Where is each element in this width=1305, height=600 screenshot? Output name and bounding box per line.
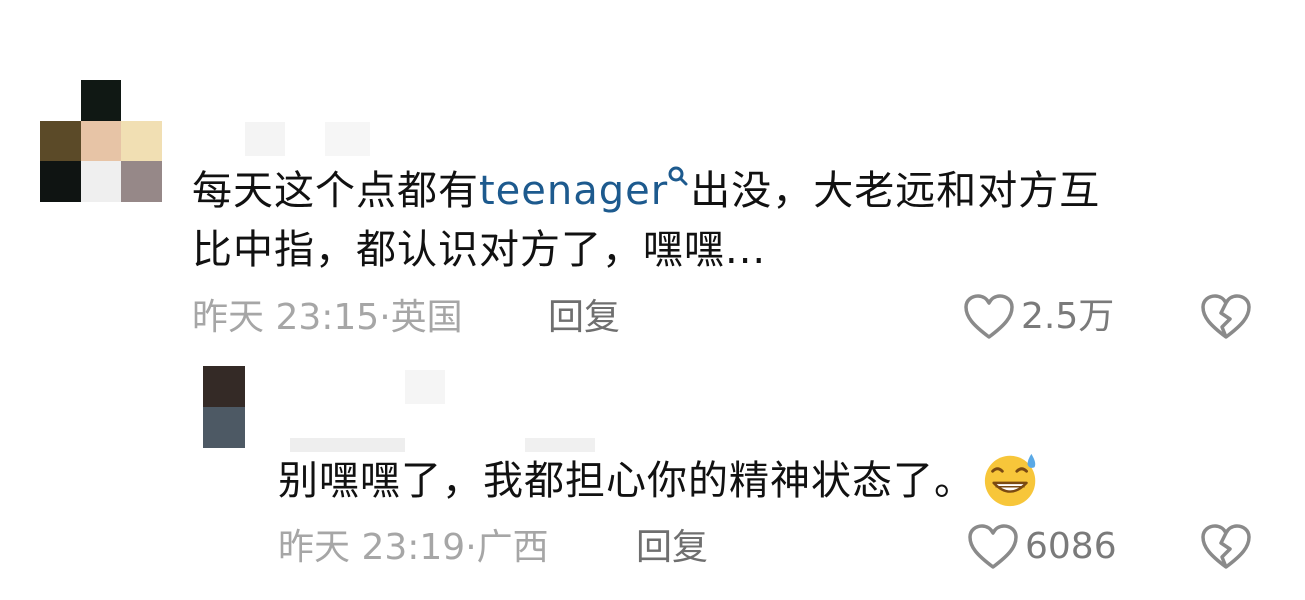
username-censored (290, 438, 595, 452)
meta-separator: · (465, 527, 477, 568)
comment-thread: 每天这个点都有teenager 出没，大老远和对方互 比中指，都认识对方了，嘿嘿.… (0, 0, 1305, 600)
broken-heart-icon (1201, 524, 1251, 569)
comment-meta: 昨天 23:15·英国 (192, 298, 463, 338)
reply-button[interactable]: 回复 (548, 298, 620, 338)
like-count: 2.5万 (1021, 296, 1115, 337)
grinning-sweat-emoji-icon (984, 453, 1036, 507)
heart-icon (964, 294, 1014, 339)
meta-separator: · (379, 297, 391, 338)
avatar-pixel (203, 366, 245, 407)
comment-text-part: 出没，大老远和对方互 (690, 168, 1101, 214)
keyword-text: teenager (479, 168, 669, 214)
like-count: 6086 (1025, 526, 1117, 567)
comment-text-part: 别嘿嘿了，我都担心你的精神状态了。 (278, 458, 975, 504)
avatar-pixel (80, 161, 122, 202)
search-icon (668, 166, 688, 186)
avatar-pixel (40, 161, 81, 202)
avatar-pixel (80, 120, 122, 162)
like-button[interactable]: 6086 (967, 523, 1117, 571)
avatar-pixel (121, 80, 162, 121)
avatar-pixel (40, 80, 81, 121)
comment-location: 英国 (390, 297, 463, 338)
comment-time: 昨天 23:15 (192, 297, 380, 338)
comment-time: 昨天 23:19 (278, 527, 466, 568)
comment-text-line: 比中指，都认识对方了，嘿嘿... (192, 227, 767, 273)
comment-text-part: 每天这个点都有 (192, 168, 479, 214)
comment-meta: 昨天 23:19·广西 (278, 528, 549, 568)
avatar[interactable] (40, 80, 162, 202)
avatar-pixel (80, 80, 122, 121)
comment-text: 每天这个点都有teenager 出没，大老远和对方互 比中指，都认识对方了，嘿嘿.… (192, 162, 1252, 280)
avatar-pixel (40, 120, 81, 162)
username-censored[interactable] (405, 370, 445, 404)
avatar-pixel (203, 407, 245, 448)
comment-text: 别嘿嘿了，我都担心你的精神状态了。 (278, 452, 1238, 511)
avatar-pixel (121, 120, 162, 162)
keyword-link[interactable]: teenager (479, 166, 690, 214)
dislike-button[interactable] (1200, 293, 1252, 341)
dislike-button[interactable] (1200, 523, 1252, 571)
broken-heart-icon (1201, 294, 1251, 339)
comment-location: 广西 (476, 527, 549, 568)
reply-button[interactable]: 回复 (636, 528, 708, 568)
heart-icon (968, 524, 1018, 569)
avatar[interactable] (203, 366, 245, 448)
username-censored[interactable] (245, 122, 370, 156)
avatar-pixel (121, 161, 162, 202)
like-button[interactable]: 2.5万 (963, 293, 1114, 341)
